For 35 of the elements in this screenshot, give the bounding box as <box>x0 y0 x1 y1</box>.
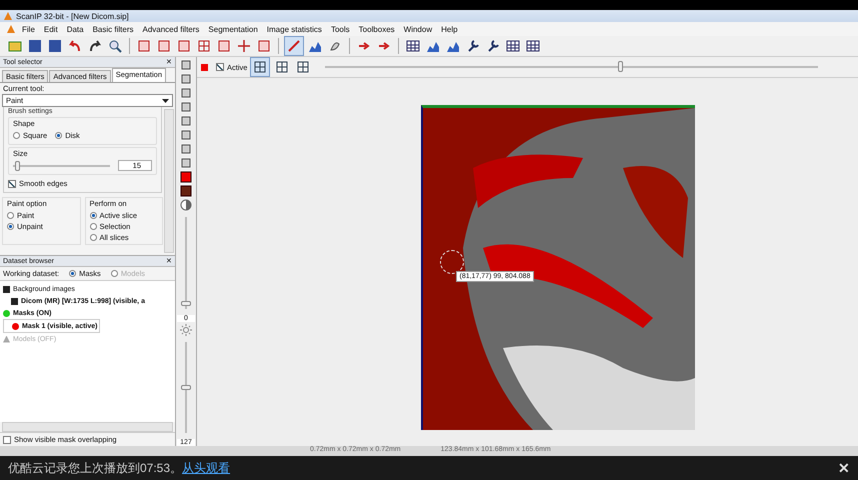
close-button[interactable]: ✕ <box>838 460 850 476</box>
scrollbar[interactable] <box>164 109 174 253</box>
contrast-icon <box>180 199 192 211</box>
tree-node-icon <box>3 286 10 292</box>
menu-item[interactable]: Edit <box>40 24 61 34</box>
menu-item[interactable]: Image statistics <box>264 24 325 34</box>
tree-node-icon <box>12 322 19 330</box>
menu-item[interactable]: File <box>19 24 38 34</box>
notice-link[interactable]: 从头观看 <box>182 460 230 476</box>
grid-icon[interactable] <box>250 57 270 77</box>
dropdown-arrow-icon <box>162 98 169 102</box>
scrollbar[interactable] <box>2 422 173 432</box>
mask-color-icon[interactable] <box>180 171 192 183</box>
brightness-icon <box>180 324 192 336</box>
tree-node-icon <box>11 298 18 304</box>
menu-item[interactable]: Advanced filters <box>140 24 202 34</box>
menu-item[interactable]: Basic filters <box>90 24 136 34</box>
slider-thumb[interactable] <box>181 301 191 306</box>
slider-thumb[interactable] <box>618 61 624 72</box>
crosshair-icon[interactable] <box>235 37 253 55</box>
tree-node-icon <box>3 336 10 342</box>
window-title: ScanIP 32-bit - [New Dicom.sip] <box>16 12 129 20</box>
menu-item[interactable]: Tools <box>328 24 353 34</box>
mask-color-swatch <box>201 64 208 70</box>
tree-node-icon <box>3 310 10 316</box>
slider-thumb[interactable] <box>15 160 20 170</box>
menu-item[interactable]: Segmentation <box>205 24 261 34</box>
menu-item[interactable]: Window <box>400 24 436 34</box>
slider-thumb[interactable] <box>181 384 191 390</box>
menu-item[interactable]: Data <box>64 24 87 34</box>
notice-text: 优酷云记录您上次播放到07:53。 <box>8 460 182 476</box>
menu-item[interactable]: Toolboxes <box>356 24 398 34</box>
pen-icon[interactable] <box>284 36 304 56</box>
mask-color-icon[interactable] <box>180 185 192 197</box>
menu-item[interactable]: Help <box>438 24 461 34</box>
